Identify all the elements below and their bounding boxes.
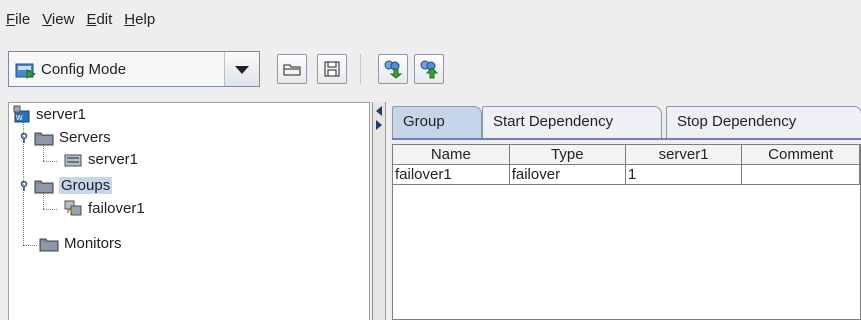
mode-select-dropdown-button[interactable] bbox=[224, 52, 259, 86]
toolbar-separator bbox=[360, 54, 361, 84]
chevron-down-icon bbox=[235, 66, 249, 74]
tree-node-groups[interactable]: Groups bbox=[19, 177, 113, 194]
collapse-left-icon[interactable] bbox=[376, 106, 382, 116]
menu-file[interactable]: File bbox=[6, 11, 30, 28]
upload-config-button[interactable] bbox=[414, 54, 444, 84]
tree-node-server[interactable]: server1 bbox=[63, 151, 138, 168]
tab-group[interactable]: Group bbox=[392, 106, 482, 140]
folder-icon bbox=[39, 238, 59, 251]
table-row[interactable]: failover1 failover 1 bbox=[393, 164, 860, 185]
failover-group-icon bbox=[64, 200, 82, 216]
table-cell-type: failover bbox=[509, 164, 626, 185]
save-button[interactable] bbox=[317, 54, 347, 84]
mode-select-value: Config Mode bbox=[41, 61, 127, 78]
menu-view[interactable]: View bbox=[42, 11, 74, 28]
server-icon bbox=[64, 154, 82, 166]
expand-handle-icon[interactable] bbox=[19, 180, 29, 191]
table-cell-server1: 1 bbox=[625, 164, 743, 185]
group-table-grid: Name Type server1 Comment failover1 fail… bbox=[393, 145, 860, 185]
tree-node-servers[interactable]: Servers bbox=[19, 129, 111, 146]
tree-node-group[interactable]: failover1 bbox=[63, 199, 145, 217]
tab-underline bbox=[392, 138, 861, 140]
tree-node-monitors[interactable]: Monitors bbox=[39, 235, 122, 252]
expand-handle-icon[interactable] bbox=[19, 132, 29, 143]
tree-connector bbox=[43, 209, 57, 210]
save-icon bbox=[324, 61, 340, 77]
tree-node-label: Groups bbox=[59, 177, 113, 194]
tree-connector bbox=[43, 161, 57, 162]
open-icon bbox=[283, 64, 301, 76]
folder-icon bbox=[34, 180, 54, 193]
cluster-tree: w server1 Servers server1 Groups failove… bbox=[8, 102, 370, 320]
menu-help[interactable]: Help bbox=[124, 11, 155, 28]
svg-text:w: w bbox=[15, 112, 23, 122]
column-header-type[interactable]: Type bbox=[509, 145, 626, 165]
table-header-row: Name Type server1 Comment bbox=[393, 145, 860, 165]
tree-node-label: Servers bbox=[59, 129, 111, 146]
tree-node-label: Monitors bbox=[64, 235, 122, 252]
menu-edit[interactable]: Edit bbox=[86, 11, 112, 28]
open-button[interactable] bbox=[277, 54, 307, 84]
split-pane-divider[interactable] bbox=[372, 102, 386, 320]
column-header-server1[interactable]: server1 bbox=[625, 145, 743, 165]
tree-connector bbox=[23, 245, 37, 246]
table-cell-name: failover1 bbox=[393, 164, 510, 185]
tree-node-label: server1 bbox=[36, 105, 87, 123]
cluster-icon: w bbox=[13, 105, 30, 123]
tab-stop-dependency[interactable]: Stop Dependency bbox=[666, 106, 861, 138]
mode-select[interactable]: Config Mode bbox=[8, 51, 260, 87]
column-header-comment[interactable]: Comment bbox=[741, 145, 860, 165]
tree-node-label: failover1 bbox=[88, 199, 145, 217]
group-table: Name Type server1 Comment failover1 fail… bbox=[392, 144, 861, 320]
tree-node-root[interactable]: w server1 bbox=[13, 105, 86, 123]
tab-start-dependency[interactable]: Start Dependency bbox=[482, 106, 662, 138]
download-config-icon bbox=[384, 60, 403, 79]
config-mode-icon bbox=[15, 63, 37, 79]
tree-node-label: server1 bbox=[88, 151, 139, 168]
folder-icon bbox=[34, 132, 54, 145]
toolbar: Config Mode bbox=[0, 48, 861, 92]
collapse-right-icon[interactable] bbox=[376, 120, 382, 130]
table-cell-comment bbox=[741, 164, 860, 185]
menu-bar: File View Edit Help bbox=[0, 0, 861, 38]
download-config-button[interactable] bbox=[378, 54, 408, 84]
column-header-name[interactable]: Name bbox=[393, 145, 510, 165]
upload-config-icon bbox=[420, 60, 439, 79]
detail-panel: Group Start Dependency Stop Dependency N… bbox=[386, 102, 861, 320]
